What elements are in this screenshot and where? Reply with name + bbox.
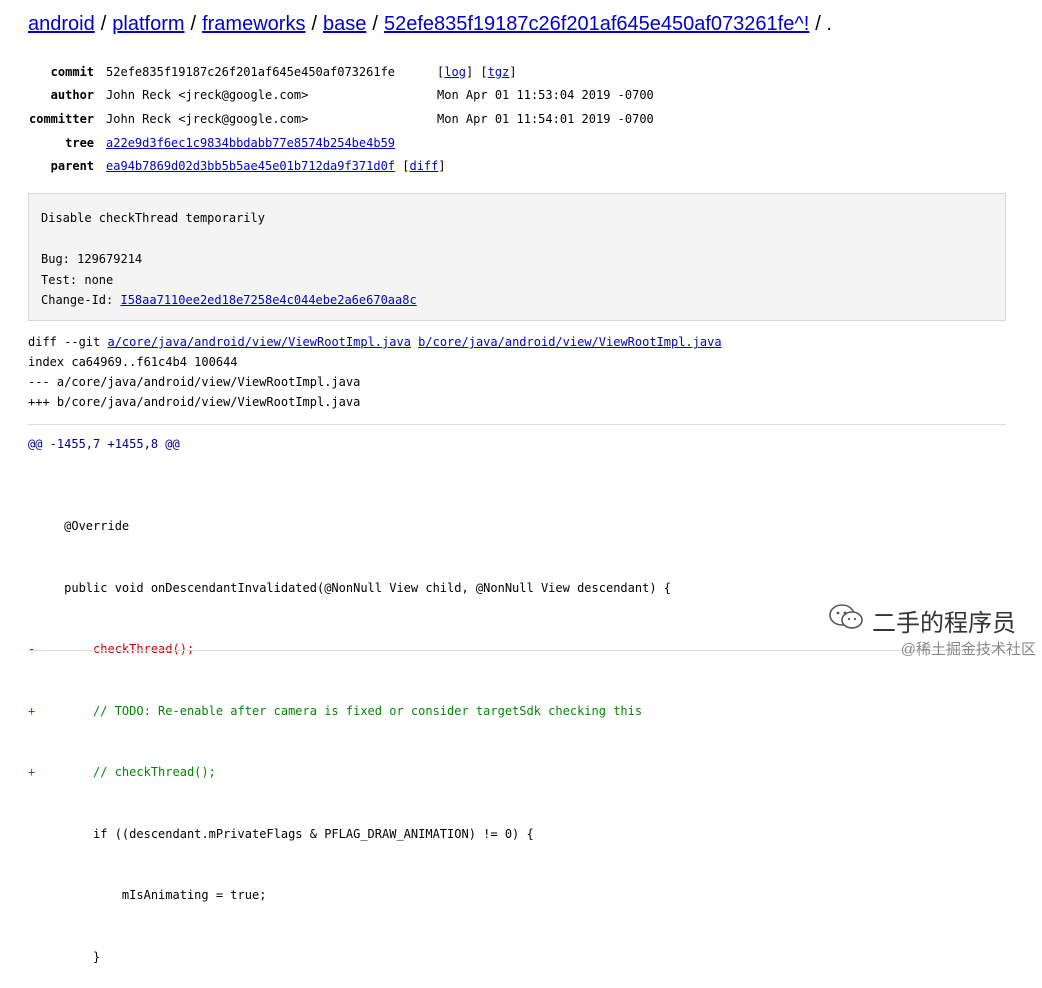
code-line: @Override [28,519,130,533]
author-label: author [50,88,95,103]
watermark-text: 二手的程序员 [872,610,1016,637]
commit-row: commit 52efe835f19187c26f201af645e450af0… [29,60,654,84]
message-change-id-label: Change-Id: [41,293,121,308]
commit-metadata-table: commit 52efe835f19187c26f201af645e450af0… [29,60,654,178]
parent-row: parent ea94b7869d02d3bb5b5ae45e01b712da9… [29,154,654,178]
diff-plus-line: +++ b/core/java/android/view/ViewRootImp… [28,395,361,409]
code-line: } [28,949,101,964]
breadcrumb: android / platform / frameworks / base/52efe83… [28,11,832,37]
change-id-link[interactable]: I58aa7110ee2ed18e7258e4c044ebe2a6e670aa8… [120,293,416,307]
code-line: public void onDescendantInvalidated(@Non… [28,580,671,595]
committer-label: committer [29,111,95,126]
code-line: if ((descendant.mPrivateFlags & PFLAG_DR… [28,826,534,841]
diff-minus-line: --- a/core/java/android/view/ViewRootImp… [28,375,361,389]
commit-actions: [log] [tgz] [437,64,517,79]
watermark-sub: @稀土掘金技术社区 [900,641,1036,658]
breadcrumb-separator: / [372,13,378,35]
diff-index-line: index ca64969..f61c4b4 100644 [28,355,238,369]
diff-file-header: diff --git a/core/java/android/view/View… [28,332,722,412]
diff-git-prefix: diff --git [28,335,108,349]
committer-value: John Reck <jreck@google.com> [106,111,309,126]
tree-cell: a22e9d3f6ec1c9834bbdabb77e8574b254be4b59 [106,131,654,155]
breadcrumb-tail: / . [815,13,832,35]
diff-file-b-link[interactable]: b/core/java/android/view/ViewRootImpl.ja… [418,335,721,349]
commit-hash: 52efe835f19187c26f201af645e450af073261fe [106,64,396,79]
breadcrumb-separator: / [190,13,197,35]
commit-label: commit [50,64,95,79]
divider [28,424,1006,425]
author-row: author John Reck <jreck@google.com> Mon … [29,84,654,108]
log-link[interactable]: log [444,65,466,79]
code-line-addition: + // checkThread(); [28,765,216,779]
committer-row: committer John Reck <jreck@google.com> M… [29,107,654,131]
code-line-addition: + // TODO: Re-enable after camera is fix… [28,703,643,718]
hunk-header: @@ -1455,7 +1455,8 @@ [28,437,180,451]
parent-label: parent [50,159,95,174]
message-bug: Bug: 129679214 [41,252,143,267]
parent-hash-link[interactable]: ea94b7869d02d3bb5b5ae45e01b712da9f371d0f [106,159,395,173]
watermark: 二手的程序员 [828,603,1016,638]
diff-link[interactable]: diff [409,159,438,173]
tgz-link[interactable]: tgz [488,65,510,79]
divider [28,650,1006,651]
breadcrumb-separator: / [100,13,107,35]
tree-label: tree [65,135,95,150]
breadcrumb-link-android[interactable]: android [28,13,95,35]
wechat-icon [828,603,864,638]
tree-row: tree a22e9d3f6ec1c9834bbdabb77e8574b254b… [29,131,654,155]
tree-hash-link[interactable]: a22e9d3f6ec1c9834bbdabb77e8574b254be4b59 [106,136,395,150]
code-line: mIsAnimating = true; [28,888,267,902]
commit-message: Disable checkThread temporarily Bug: 129… [28,193,1006,321]
breadcrumb-separator: / [311,13,318,35]
breadcrumb-link-platform[interactable]: platform [112,13,184,35]
parent-cell: ea94b7869d02d3bb5b5ae45e01b712da9f371d0f… [106,159,446,174]
message-test: Test: none [41,272,114,287]
breadcrumb-link-base[interactable]: base [323,13,366,35]
author-value: John Reck <jreck@google.com> [106,88,309,103]
author-date: Mon Apr 01 11:53:04 2019 -0700 [437,88,654,103]
message-summary: Disable checkThread temporarily [41,211,265,225]
breadcrumb-link-commit[interactable]: 52efe835f19187c26f201af645e450af073261fe… [384,13,809,35]
diff-file-a-link[interactable]: a/core/java/android/view/ViewRootImpl.ja… [107,335,410,349]
breadcrumb-link-frameworks[interactable]: frameworks [202,13,305,35]
diff-code: @Override public void onDescendantInvali… [28,475,671,988]
committer-date: Mon Apr 01 11:54:01 2019 -0700 [437,111,654,126]
